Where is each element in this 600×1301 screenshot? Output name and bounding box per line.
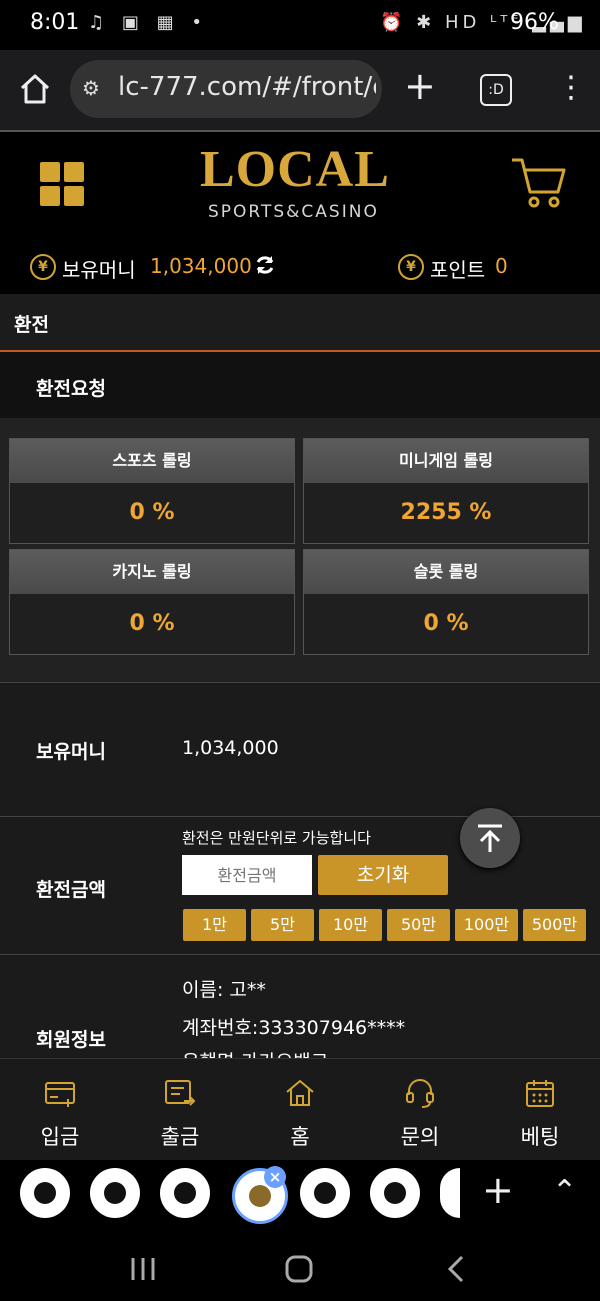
nav-deposit[interactable]: 입금 (0, 1059, 120, 1161)
rolling-label: 스포츠 롤링 (10, 439, 294, 483)
site-header: LOCAL SPORTS&CASINO ¥ 보유머니 1,034,000 ¥ 포… (0, 132, 600, 292)
quick-amount-button[interactable]: 10만 (319, 909, 382, 941)
nav-label: 베팅 (520, 1125, 560, 1149)
tab-favicon[interactable] (20, 1168, 70, 1218)
money-value: 1,034,000 (182, 737, 279, 759)
rolling-value: 0 % (129, 611, 175, 636)
battery-level: 96% (510, 10, 559, 35)
bottom-nav: 입금 출금 홈 문의 베팅 (0, 1058, 600, 1161)
tab-favicon[interactable] (300, 1168, 350, 1218)
scroll-top-button[interactable] (460, 808, 520, 868)
menu-grid-icon[interactable] (40, 162, 84, 206)
nav-inquiry[interactable]: 문의 (360, 1059, 480, 1161)
tab-favicon[interactable] (90, 1168, 140, 1218)
member-label: 회원정보 (36, 1029, 106, 1051)
section-header: 환전요청 (0, 352, 600, 418)
site-settings-icon[interactable]: ⚙ (82, 76, 100, 100)
nav-label: 문의 (400, 1125, 440, 1149)
quick-amount-button[interactable]: 100만 (455, 909, 518, 941)
section-title: 환전요청 (36, 378, 106, 400)
status-time: 8:01 (30, 10, 80, 35)
back-icon[interactable] (444, 1254, 468, 1284)
rolling-value: 0 % (129, 500, 175, 525)
add-tab-icon[interactable]: + (482, 1168, 514, 1212)
site-logo-subtitle: SPORTS&CASINO (208, 202, 379, 222)
rolling-panel: 스포츠 롤링 0 % 미니게임 롤링 2255 % 카지노 롤링 0 % 슬롯 … (0, 418, 600, 682)
tab-favicon[interactable] (440, 1168, 460, 1218)
amount-note: 환전은 만원단위로 가능합니다 (182, 829, 371, 847)
rolling-value: 2255 % (400, 500, 492, 525)
withdraw-card-icon (165, 1080, 196, 1106)
deposit-card-icon (45, 1082, 75, 1107)
money-coin-icon: ¥ (30, 254, 56, 280)
balance-value: 1,034,000 (150, 254, 252, 278)
rolling-label: 미니게임 롤링 (304, 439, 588, 483)
reset-button[interactable]: 초기화 (318, 855, 448, 895)
rolling-label: 카지노 롤링 (10, 550, 294, 594)
headset-icon (406, 1079, 434, 1108)
new-tab-button[interactable]: + (404, 66, 436, 106)
status-bar: 8:01 ♫ ▣ ▦ • ⏰ ✱ HD ᴸᵀᴱ ▂▄▆ 96% (0, 0, 600, 50)
point-value: 0 (495, 254, 508, 278)
money-label: 보유머니 (36, 741, 106, 763)
tab-favicon[interactable] (370, 1168, 420, 1218)
browser-toolbar: ⚙ lc-777.com/#/front/ex + :D ⋮ (0, 50, 600, 132)
balance-row: 보유머니 1,034,000 (0, 682, 600, 817)
nav-label: 출금 (160, 1125, 200, 1149)
arrow-up-icon (478, 824, 502, 852)
point-label: 포인트 (430, 258, 486, 282)
tabs-button[interactable]: :D (480, 74, 512, 106)
home-icon (286, 1079, 314, 1106)
rolling-label: 슬롯 롤링 (304, 550, 588, 594)
calendar-icon (526, 1080, 554, 1107)
nav-withdraw[interactable]: 출금 (120, 1059, 240, 1161)
rolling-value: 0 % (423, 611, 469, 636)
rolling-box-sports: 스포츠 롤링 0 % (9, 438, 295, 544)
nav-betting[interactable]: 베팅 (480, 1059, 600, 1161)
browser-home-icon[interactable] (18, 72, 52, 106)
close-tab-icon[interactable]: × (264, 1166, 286, 1188)
site-logo[interactable]: LOCAL (200, 140, 390, 199)
member-info-row: 회원정보 이름: 고** 계좌번호:333307946**** 은행명:카카오뱅… (0, 954, 600, 1059)
member-name: 이름: 고** (182, 979, 266, 1001)
browser-tab-strip: × + ⌃ (0, 1160, 600, 1230)
tab-favicon[interactable] (160, 1168, 210, 1218)
refresh-icon[interactable] (254, 254, 276, 276)
point-coin-icon: ¥ (398, 254, 424, 280)
nav-label: 홈 (290, 1125, 310, 1149)
url-bar[interactable]: ⚙ lc-777.com/#/front/ex (70, 60, 382, 118)
quick-amount-button[interactable]: 50만 (387, 909, 450, 941)
amount-input[interactable] (182, 855, 312, 895)
notification-icons: ♫ ▣ ▦ • (88, 12, 208, 33)
quick-amount-button[interactable]: 1만 (183, 909, 246, 941)
quick-amount-button[interactable]: 5만 (251, 909, 314, 941)
rolling-box-slot: 슬롯 롤링 0 % (303, 549, 589, 655)
quick-amount-button[interactable]: 500만 (523, 909, 586, 941)
balance-label: 보유머니 (62, 258, 136, 282)
page-title: 환전 (14, 314, 49, 336)
member-account: 계좌번호:333307946**** (182, 1017, 406, 1039)
page-header: 환전 (0, 294, 600, 352)
home-nav-icon[interactable] (284, 1254, 314, 1284)
chevron-up-icon[interactable]: ⌃ (552, 1174, 577, 1209)
nav-label: 입금 (40, 1125, 80, 1149)
browser-menu-icon[interactable]: ⋮ (556, 68, 586, 108)
rolling-box-minigame: 미니게임 롤링 2255 % (303, 438, 589, 544)
recent-apps-icon[interactable] (128, 1256, 158, 1282)
amount-label: 환전금액 (36, 879, 106, 901)
system-nav-bar (0, 1230, 600, 1301)
cart-icon[interactable] (510, 154, 568, 212)
url-text[interactable]: lc-777.com/#/front/ex (118, 72, 376, 102)
nav-home[interactable]: 홈 (240, 1059, 360, 1161)
rolling-box-casino: 카지노 롤링 0 % (9, 549, 295, 655)
